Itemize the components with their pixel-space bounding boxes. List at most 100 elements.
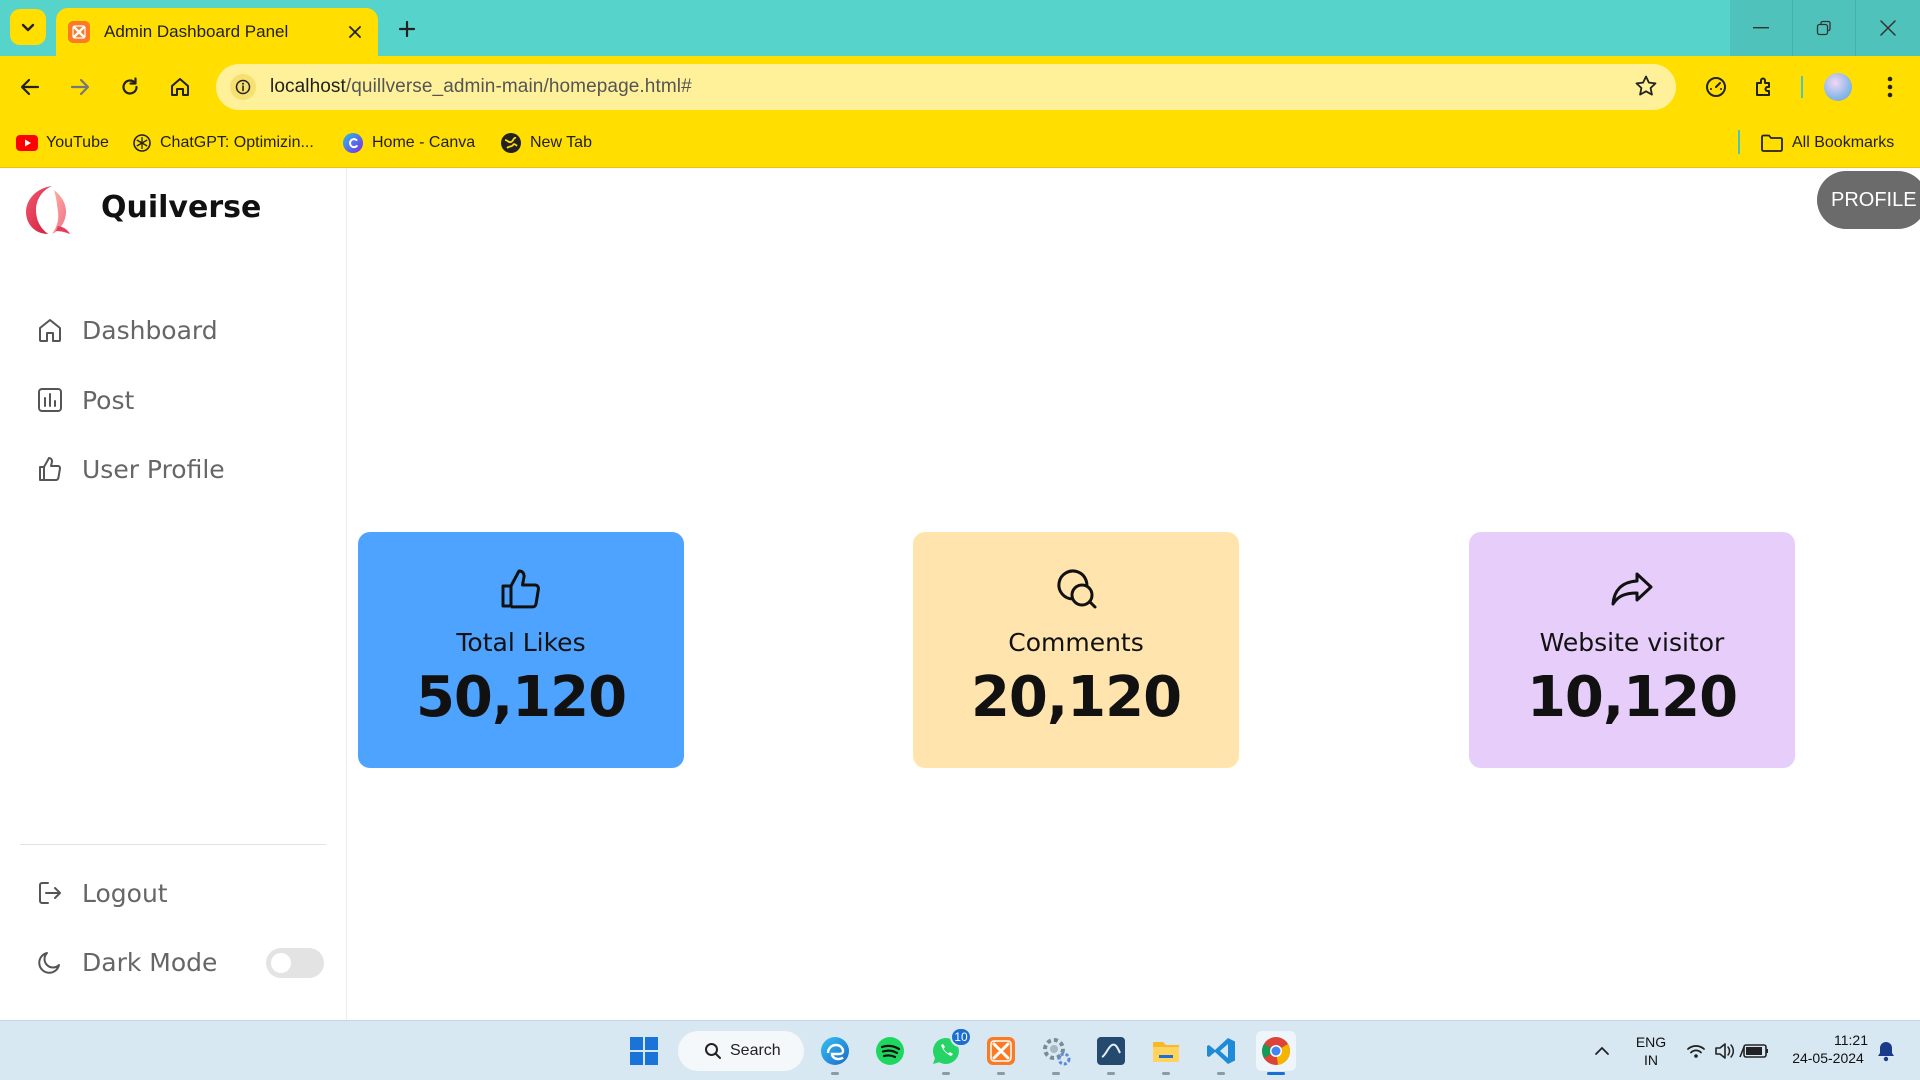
- site-info-icon[interactable]: [230, 74, 256, 100]
- extensions-icon[interactable]: [1748, 71, 1780, 103]
- xampp-icon: [987, 1037, 1015, 1065]
- bookmark-chatgpt[interactable]: ChatGPT: Optimizin...: [132, 118, 314, 168]
- home-icon: [171, 78, 189, 96]
- sidebar-divider: [20, 844, 326, 845]
- tab-close-icon[interactable]: [344, 21, 366, 43]
- sidebar-item-label: Post: [82, 385, 135, 415]
- thumbs-up-icon: [498, 566, 544, 612]
- chevron-down-icon: [21, 23, 35, 32]
- all-bookmarks-button[interactable]: All Bookmarks: [1760, 118, 1894, 168]
- logout-icon: [34, 877, 66, 909]
- spotify-app[interactable]: [870, 1031, 910, 1071]
- tab-search-button[interactable]: [10, 9, 46, 45]
- whatsapp-app[interactable]: 10: [926, 1027, 972, 1075]
- start-button[interactable]: [624, 1031, 664, 1071]
- page-viewport: Quilverse Dashboard Post User Profile Lo…: [0, 168, 1920, 1020]
- gear-icon: [1043, 1038, 1071, 1066]
- stat-card-website-visitor: Website visitor 10,120: [1469, 532, 1795, 768]
- address-bar[interactable]: localhost/quillverse_admin-main/homepage…: [216, 64, 1676, 110]
- region-code: IN: [1644, 1052, 1658, 1068]
- forward-button[interactable]: [62, 69, 98, 105]
- arrow-right-icon: [70, 78, 90, 96]
- taskbar-search[interactable]: Search: [678, 1031, 804, 1071]
- language-indicator[interactable]: ENG IN: [1626, 1033, 1676, 1069]
- toolbar-divider: [1801, 76, 1803, 98]
- dark-mode-row: Dark Mode: [34, 940, 217, 984]
- sidebar-item-dashboard[interactable]: Dashboard: [34, 308, 218, 352]
- card-value: 50,120: [415, 665, 627, 730]
- vscode-icon: [1207, 1038, 1235, 1064]
- windows-taskbar: Search 10 ENG IN 11:21 24-05-2024: [0, 1020, 1920, 1080]
- spotify-icon: [876, 1037, 904, 1065]
- restore-button[interactable]: [1793, 0, 1855, 56]
- dark-mode-label: Dark Mode: [82, 947, 218, 977]
- bookmark-youtube[interactable]: YouTube: [16, 118, 109, 168]
- database-tool-icon: [1097, 1037, 1125, 1065]
- plus-icon: [398, 20, 416, 38]
- bookmark-label: Home - Canva: [372, 134, 476, 151]
- chrome-app[interactable]: [1256, 1031, 1296, 1075]
- clock-date: 24-05-2024: [1792, 1050, 1864, 1066]
- reload-button[interactable]: [112, 69, 148, 105]
- more-menu-icon[interactable]: [1874, 71, 1906, 103]
- system-tray-status[interactable]: [1680, 1031, 1780, 1071]
- clock-time: 11:21: [1834, 1032, 1868, 1048]
- sidebar: Quilverse Dashboard Post User Profile Lo…: [0, 168, 347, 1020]
- profile-avatar-icon[interactable]: [1822, 71, 1854, 103]
- card-label: Comments: [1008, 628, 1144, 657]
- logout-button[interactable]: Logout: [34, 871, 168, 915]
- sidebar-item-label: User Profile: [82, 454, 225, 484]
- close-icon: [1880, 20, 1896, 36]
- card-value: 20,120: [970, 665, 1182, 730]
- dark-mode-toggle[interactable]: [266, 948, 324, 978]
- chart-icon: [34, 384, 66, 416]
- all-bookmarks-label: All Bookmarks: [1792, 134, 1895, 151]
- file-explorer-app[interactable]: [1146, 1031, 1186, 1075]
- globe-icon: [500, 132, 522, 154]
- xampp-app[interactable]: [981, 1031, 1021, 1075]
- chrome-icon: [1262, 1037, 1290, 1065]
- vscode-app[interactable]: [1201, 1031, 1241, 1075]
- tray-overflow-chevron-icon[interactable]: [1584, 1031, 1620, 1071]
- clock[interactable]: 11:21 24-05-2024: [1780, 1031, 1876, 1067]
- sidebar-item-post[interactable]: Post: [34, 378, 134, 422]
- notification-bell-icon[interactable]: [1866, 1031, 1906, 1071]
- reload-icon: [122, 77, 138, 95]
- windows-logo-icon: [630, 1037, 658, 1065]
- bookmark-star-icon[interactable]: [1634, 74, 1658, 98]
- bookmark-canva[interactable]: Home - Canva: [342, 118, 475, 168]
- share-arrow-icon: [1609, 566, 1655, 612]
- edge-app[interactable]: [815, 1031, 855, 1075]
- minimize-button[interactable]: [1730, 0, 1792, 56]
- browser-toolbar: localhost/quillverse_admin-main/homepage…: [0, 56, 1920, 118]
- bookmark-new-tab[interactable]: New Tab: [500, 118, 592, 168]
- performance-icon[interactable]: [1700, 71, 1732, 103]
- speaker-icon: [1715, 1043, 1735, 1059]
- sidebar-item-user-profile[interactable]: User Profile: [34, 447, 225, 491]
- wifi-icon: [1687, 1045, 1705, 1058]
- url-host: localhost: [270, 76, 346, 97]
- mysql-workbench-app[interactable]: [1091, 1031, 1131, 1075]
- bookmarks-bar: YouTube ChatGPT: Optimizin... Home - Can…: [0, 118, 1920, 168]
- bookmark-label: New Tab: [530, 134, 592, 151]
- bookmark-label: ChatGPT: Optimizin...: [160, 134, 314, 151]
- browser-tab[interactable]: Admin Dashboard Panel: [56, 8, 378, 56]
- bookmarks-divider: [1738, 130, 1740, 154]
- sidebar-item-label: Dashboard: [82, 315, 218, 345]
- search-label: Search: [730, 1042, 781, 1059]
- new-tab-button[interactable]: [392, 14, 422, 44]
- card-label: Website visitor: [1539, 628, 1725, 657]
- toggle-knob: [271, 953, 291, 973]
- notification-badge: 10: [950, 1027, 972, 1047]
- url-text: localhost/quillverse_admin-main/homepage…: [270, 76, 692, 98]
- close-window-button[interactable]: [1856, 0, 1920, 56]
- back-button[interactable]: [12, 69, 48, 105]
- settings-app[interactable]: [1036, 1031, 1076, 1075]
- logout-label: Logout: [82, 878, 168, 908]
- profile-button[interactable]: PROFILE: [1817, 171, 1920, 229]
- tab-title: Admin Dashboard Panel: [104, 22, 289, 41]
- bookmark-label: YouTube: [46, 134, 109, 151]
- home-button[interactable]: [162, 69, 198, 105]
- stat-card-total-likes: Total Likes 50,120: [358, 532, 684, 768]
- folder-icon: [1760, 133, 1784, 153]
